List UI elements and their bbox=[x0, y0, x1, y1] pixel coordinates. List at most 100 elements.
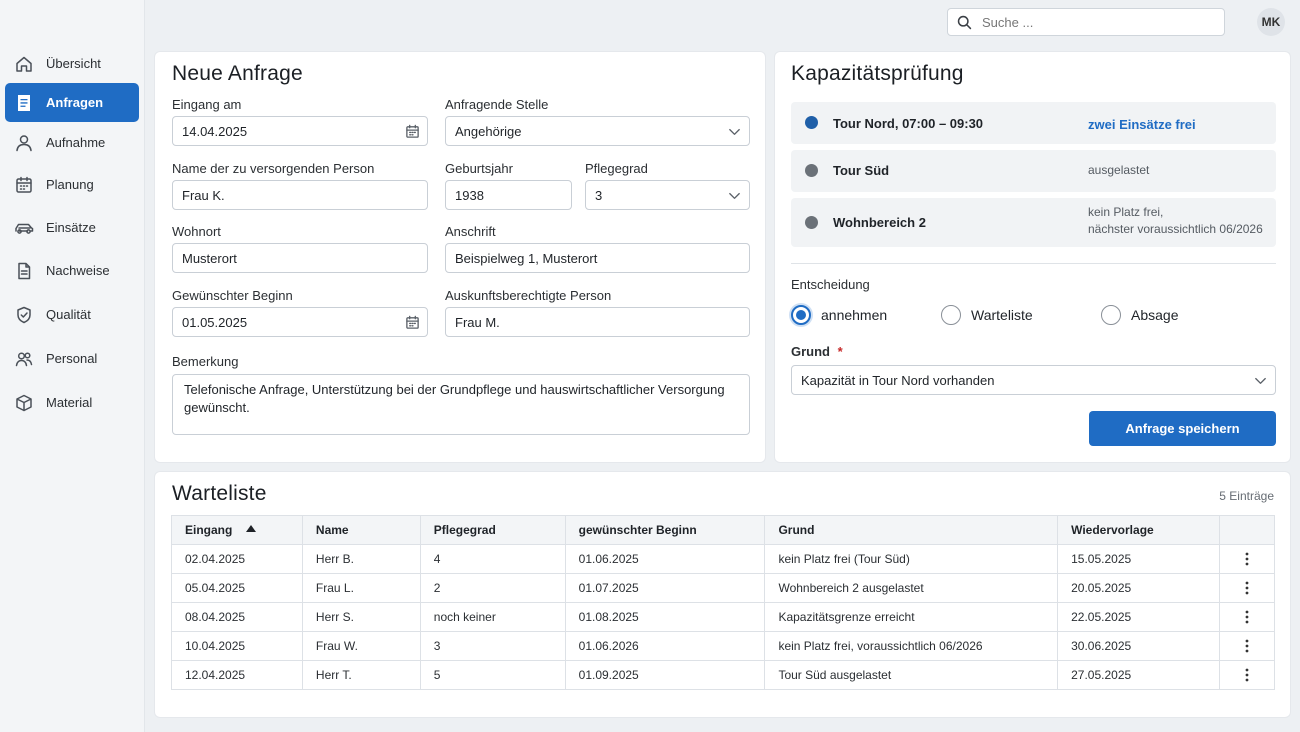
capacity-row-status-link[interactable]: zwei Einsätze frei bbox=[1088, 116, 1196, 133]
sidebar-item-label: Aufnahme bbox=[46, 135, 106, 150]
capacity-title: Kapazitätsprüfung bbox=[791, 62, 964, 85]
grund-value: Kapazität in Tour Nord vorhanden bbox=[801, 372, 995, 388]
wohnort-value: Musterort bbox=[182, 250, 237, 266]
sidebar-item-personal[interactable]: Personal bbox=[5, 339, 139, 378]
column-header-wiedervorlage[interactable]: Wiedervorlage bbox=[1057, 515, 1220, 545]
save-request-button[interactable]: Anfrage speichern bbox=[1089, 411, 1276, 446]
sidebar-item-nachweise[interactable]: Nachweise bbox=[5, 251, 139, 290]
sidebar-item-aufnahme[interactable]: Aufnahme bbox=[5, 123, 139, 162]
divider bbox=[791, 263, 1276, 264]
stelle-label: Anfragende Stelle bbox=[445, 97, 549, 112]
column-header-name[interactable]: Name bbox=[301, 515, 421, 545]
auskunft-field[interactable]: Frau M. bbox=[445, 307, 750, 337]
calendar-icon[interactable] bbox=[397, 308, 427, 336]
table-cell: Frau L. bbox=[301, 573, 421, 603]
page-title: Neue Anfrage bbox=[172, 62, 303, 85]
radio-warteliste[interactable]: Warteliste bbox=[941, 305, 1033, 325]
column-header-grund[interactable]: Grund bbox=[764, 515, 1059, 545]
radio-label: Warteliste bbox=[971, 307, 1033, 323]
row-menu-icon[interactable] bbox=[1219, 631, 1275, 661]
column-header-beginn[interactable]: gewünschter Beginn bbox=[564, 515, 766, 545]
sidebar-item-qualitaet[interactable]: Qualität bbox=[5, 295, 139, 334]
pflegegrad-select[interactable]: 3 bbox=[585, 180, 750, 210]
eingang-date-field[interactable]: 14.04.2025 bbox=[172, 116, 428, 146]
avatar[interactable]: MK bbox=[1257, 8, 1285, 36]
anschrift-field[interactable]: Beispielweg 1, Musterort bbox=[445, 243, 750, 273]
radio-circle[interactable] bbox=[941, 305, 961, 325]
status-dot bbox=[805, 216, 818, 229]
chevron-down-icon bbox=[719, 181, 749, 209]
waitlist-card: Warteliste 5 Einträge Eingang Name Pfleg… bbox=[155, 472, 1290, 717]
sidebar-item-material[interactable]: Material bbox=[5, 383, 139, 422]
table-cell: Frau W. bbox=[301, 631, 421, 661]
geburtsjahr-label: Geburtsjahr bbox=[445, 161, 513, 176]
table-row[interactable]: 02.04.2025 Herr B. 4 01.06.2025 kein Pla… bbox=[171, 544, 1275, 574]
bemerkung-textarea[interactable]: Telefonische Anfrage, Unterstützung bei … bbox=[172, 374, 750, 435]
sidebar-item-anfragen[interactable]: Anfragen bbox=[5, 83, 139, 122]
people-icon bbox=[14, 349, 34, 369]
row-menu-icon[interactable] bbox=[1219, 602, 1275, 632]
grund-select[interactable]: Kapazität in Tour Nord vorhanden bbox=[791, 365, 1276, 395]
table-row[interactable]: 05.04.2025 Frau L. 2 01.07.2025 Wohnbere… bbox=[171, 573, 1275, 603]
row-menu-icon[interactable] bbox=[1219, 573, 1275, 603]
search-box[interactable] bbox=[947, 8, 1225, 36]
calendar-icon bbox=[14, 175, 34, 195]
anschrift-value: Beispielweg 1, Musterort bbox=[455, 250, 598, 266]
sidebar-item-label: Material bbox=[46, 395, 93, 410]
sort-ascending-icon[interactable] bbox=[246, 525, 257, 533]
table-cell: 01.07.2025 bbox=[564, 573, 766, 603]
table-cell: 05.04.2025 bbox=[171, 573, 303, 603]
capacity-row-status: ausgelastet bbox=[1088, 163, 1150, 177]
radio-circle[interactable] bbox=[1101, 305, 1121, 325]
box-icon bbox=[14, 393, 34, 413]
sidebar-item-label: Anfragen bbox=[46, 95, 104, 110]
decision-label: Entscheidung bbox=[791, 277, 870, 292]
column-header-label: Pflegegrad bbox=[433, 523, 496, 537]
search-input[interactable] bbox=[982, 14, 1202, 30]
table-cell: 27.05.2025 bbox=[1057, 660, 1220, 690]
radio-circle[interactable] bbox=[791, 305, 811, 325]
eingang-value: 14.04.2025 bbox=[182, 123, 248, 139]
row-menu-icon[interactable] bbox=[1219, 660, 1275, 690]
chevron-down-icon bbox=[1245, 366, 1275, 394]
sidebar-item-label: Qualität bbox=[46, 307, 91, 322]
geburtsjahr-field[interactable]: 1938 bbox=[445, 180, 572, 210]
column-header-actions bbox=[1219, 515, 1275, 545]
pflegegrad-value: 3 bbox=[595, 187, 603, 203]
car-icon bbox=[14, 218, 34, 238]
calendar-icon[interactable] bbox=[397, 117, 427, 145]
row-menu-icon[interactable] bbox=[1219, 544, 1275, 574]
table-row[interactable]: 12.04.2025 Herr T. 5 01.09.2025 Tour Süd… bbox=[171, 660, 1275, 690]
beginn-date-field[interactable]: 01.05.2025 bbox=[172, 307, 428, 337]
radio-absage[interactable]: Absage bbox=[1101, 305, 1178, 325]
name-field[interactable]: Frau K. bbox=[172, 180, 428, 210]
sidebar-item-label: Nachweise bbox=[46, 263, 110, 278]
table-cell: 2 bbox=[419, 573, 566, 603]
sidebar-item-einsaetze[interactable]: Einsätze bbox=[5, 208, 139, 247]
column-header-eingang[interactable]: Eingang bbox=[171, 515, 303, 545]
table-cell: 01.06.2026 bbox=[564, 631, 766, 661]
sidebar-item-uebersicht[interactable]: Übersicht bbox=[5, 44, 139, 83]
pflegegrad-label: Pflegegrad bbox=[585, 161, 648, 176]
column-header-pflegegrad[interactable]: Pflegegrad bbox=[419, 515, 566, 545]
table-cell: 4 bbox=[419, 544, 566, 574]
radio-annehmen[interactable]: annehmen bbox=[791, 305, 887, 325]
stelle-select[interactable]: Angehörige bbox=[445, 116, 750, 146]
table-cell: Herr S. bbox=[301, 602, 421, 632]
chevron-down-icon bbox=[719, 117, 749, 145]
sidebar: Übersicht Anfragen Aufnahme Planung Eins… bbox=[0, 0, 145, 732]
name-label: Name der zu versorgenden Person bbox=[172, 161, 375, 176]
table-cell: Kapazitätsgrenze erreicht bbox=[764, 602, 1059, 632]
eingang-label: Eingang am bbox=[172, 97, 242, 112]
table-cell: 01.09.2025 bbox=[564, 660, 766, 690]
sidebar-item-label: Einsätze bbox=[46, 220, 96, 235]
radio-label: annehmen bbox=[821, 307, 888, 323]
waitlist-title: Warteliste bbox=[172, 482, 267, 505]
table-cell: 01.08.2025 bbox=[564, 602, 766, 632]
capacity-row-wohnbereich: Wohnbereich 2 kein Platz frei, nächster … bbox=[791, 198, 1276, 247]
sidebar-item-planung[interactable]: Planung bbox=[5, 165, 139, 204]
table-row[interactable]: 08.04.2025 Herr S. noch keiner 01.08.202… bbox=[171, 602, 1275, 632]
document-icon bbox=[14, 93, 34, 113]
table-row[interactable]: 10.04.2025 Frau W. 3 01.06.2026 kein Pla… bbox=[171, 631, 1275, 661]
wohnort-field[interactable]: Musterort bbox=[172, 243, 428, 273]
